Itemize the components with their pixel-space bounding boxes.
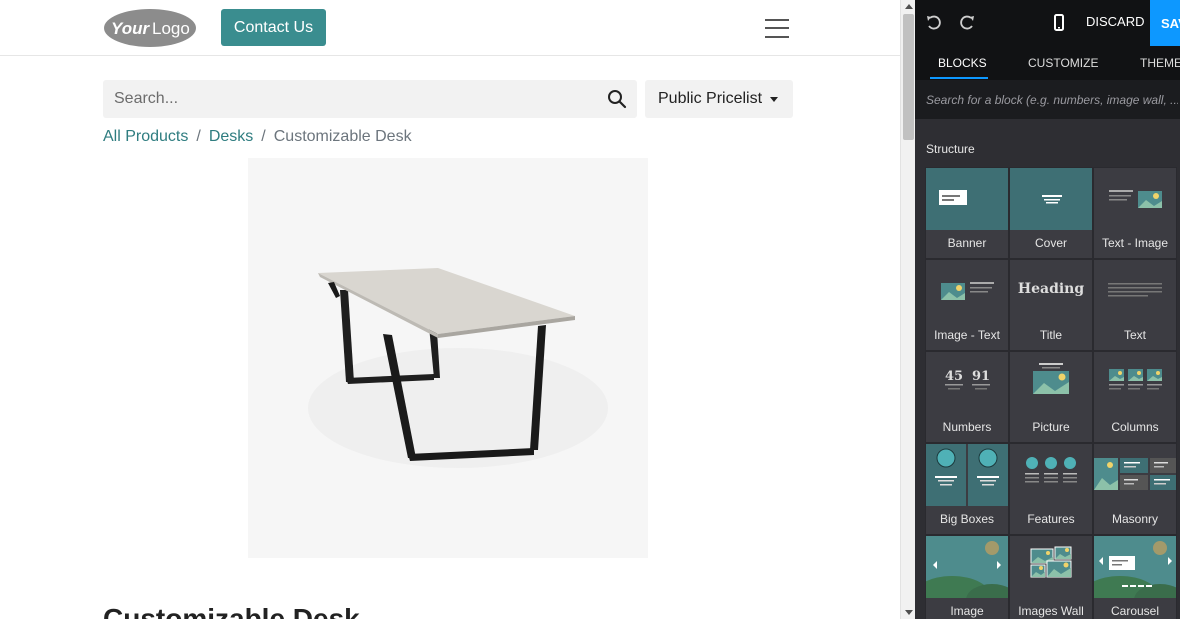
mobile-preview-icon[interactable] xyxy=(1049,13,1069,33)
pricelist-dropdown[interactable]: Public Pricelist xyxy=(645,80,793,118)
images-wall-icon xyxy=(1030,546,1072,578)
features-icon xyxy=(1025,457,1077,483)
breadcrumb-desks[interactable]: Desks xyxy=(209,128,253,145)
section-label-structure: Structure xyxy=(926,142,975,156)
search-icon[interactable] xyxy=(607,89,627,109)
scrollbar-thumb[interactable] xyxy=(903,14,914,140)
numbers-icon: 45 91 xyxy=(945,369,990,390)
block-label: Columns xyxy=(1111,420,1159,434)
breadcrumb-separator: / xyxy=(196,128,201,145)
editor-tabs: BLOCKS CUSTOMIZE THEME xyxy=(915,46,1180,80)
block-cover[interactable]: Cover xyxy=(1009,167,1093,259)
block-image-text[interactable]: Image - Text xyxy=(925,259,1009,351)
discard-button[interactable]: DISCARD xyxy=(1086,14,1145,29)
block-big-boxes[interactable]: Big Boxes xyxy=(925,443,1009,535)
block-title[interactable]: Heading Title xyxy=(1009,259,1093,351)
block-label: Image - Text xyxy=(934,328,1000,342)
block-columns[interactable]: Columns xyxy=(1093,351,1177,443)
block-label: Images Wall xyxy=(1018,604,1084,618)
numbers-preview-91: 91 xyxy=(972,369,990,384)
breadcrumb-separator: / xyxy=(261,128,266,145)
text-image-icon xyxy=(1109,190,1162,208)
block-label: Features xyxy=(1027,512,1075,526)
block-search-input[interactable] xyxy=(915,80,1180,119)
breadcrumb: All Products / Desks / Customizable Desk xyxy=(103,128,412,146)
website-preview: Your Logo Contact Us Public Pricelist Al… xyxy=(0,0,900,619)
pricelist-label: Public Pricelist xyxy=(658,90,763,107)
big-boxes-icon xyxy=(926,444,1008,506)
breadcrumb-all-products[interactable]: All Products xyxy=(103,128,188,145)
title-preview-text: Heading xyxy=(1018,281,1084,297)
block-features[interactable]: Features xyxy=(1009,443,1093,535)
tab-theme[interactable]: THEME xyxy=(1140,56,1180,70)
site-scrollbar[interactable] xyxy=(900,0,915,619)
block-images-wall[interactable]: Images Wall xyxy=(1009,535,1093,619)
product-title: Customizable Desk xyxy=(103,603,360,619)
carousel-icon xyxy=(1094,536,1176,598)
picture-icon xyxy=(1033,363,1069,394)
block-label: Cover xyxy=(1034,236,1067,250)
block-label: Carousel xyxy=(1110,604,1160,618)
block-search-bar xyxy=(915,80,1180,119)
hamburger-menu-icon[interactable] xyxy=(765,18,789,38)
block-label: Picture xyxy=(1032,420,1070,434)
image-gallery-icon xyxy=(926,536,1008,598)
contact-us-button[interactable]: Contact Us xyxy=(221,9,326,46)
block-masonry[interactable]: Masonry xyxy=(1093,443,1177,535)
text-icon xyxy=(1108,283,1162,297)
product-image[interactable] xyxy=(248,158,648,558)
block-numbers[interactable]: 45 91 Numbers xyxy=(925,351,1009,443)
block-text-image[interactable]: Text - Image xyxy=(1093,167,1177,259)
banner-icon xyxy=(926,168,1008,230)
search-input[interactable] xyxy=(103,80,593,118)
block-image-gallery[interactable]: Image xyxy=(925,535,1009,619)
block-label: Numbers xyxy=(942,420,992,434)
block-text[interactable]: Text xyxy=(1093,259,1177,351)
scroll-up-arrow-icon[interactable] xyxy=(905,4,913,9)
logo-text-logo: Logo xyxy=(152,19,190,38)
block-carousel[interactable]: Carousel xyxy=(1093,535,1177,619)
editor-panel: DISCARD SAVE BLOCKS CUSTOMIZE THEME Stru… xyxy=(915,0,1180,619)
block-label: Text xyxy=(1123,328,1146,342)
numbers-preview-45: 45 xyxy=(945,369,963,384)
logo-text-your: Your xyxy=(111,19,150,38)
block-label: Masonry xyxy=(1111,512,1158,526)
block-banner[interactable]: Banner xyxy=(925,167,1009,259)
masonry-icon xyxy=(1094,458,1176,490)
scroll-down-arrow-icon[interactable] xyxy=(905,610,913,615)
block-label: Image xyxy=(950,604,984,618)
block-grid: Banner Cover Text - Image Image - Text H… xyxy=(925,167,1178,619)
caret-down-icon xyxy=(770,96,779,102)
save-button[interactable]: SAVE xyxy=(1150,0,1180,46)
block-label: Title xyxy=(1039,328,1063,342)
site-navbar: Your Logo Contact Us xyxy=(0,0,900,56)
desk-illustration xyxy=(248,158,648,558)
block-label: Banner xyxy=(947,236,987,250)
tab-customize[interactable]: CUSTOMIZE xyxy=(1028,56,1098,70)
block-label: Text - Image xyxy=(1101,236,1169,250)
undo-icon[interactable] xyxy=(924,13,944,33)
cover-icon xyxy=(1010,168,1092,230)
columns-icon xyxy=(1109,369,1162,390)
active-tab-indicator xyxy=(930,77,988,79)
block-label: Big Boxes xyxy=(939,512,995,526)
image-text-icon xyxy=(941,282,994,300)
tab-blocks[interactable]: BLOCKS xyxy=(938,56,987,70)
logo[interactable]: Your Logo xyxy=(103,8,197,48)
block-picture[interactable]: Picture xyxy=(1009,351,1093,443)
editor-toolbar: DISCARD SAVE xyxy=(915,0,1180,46)
search-bar xyxy=(103,80,637,118)
redo-icon[interactable] xyxy=(957,13,977,33)
breadcrumb-current: Customizable Desk xyxy=(273,128,412,145)
title-icon: Heading xyxy=(1018,281,1084,297)
